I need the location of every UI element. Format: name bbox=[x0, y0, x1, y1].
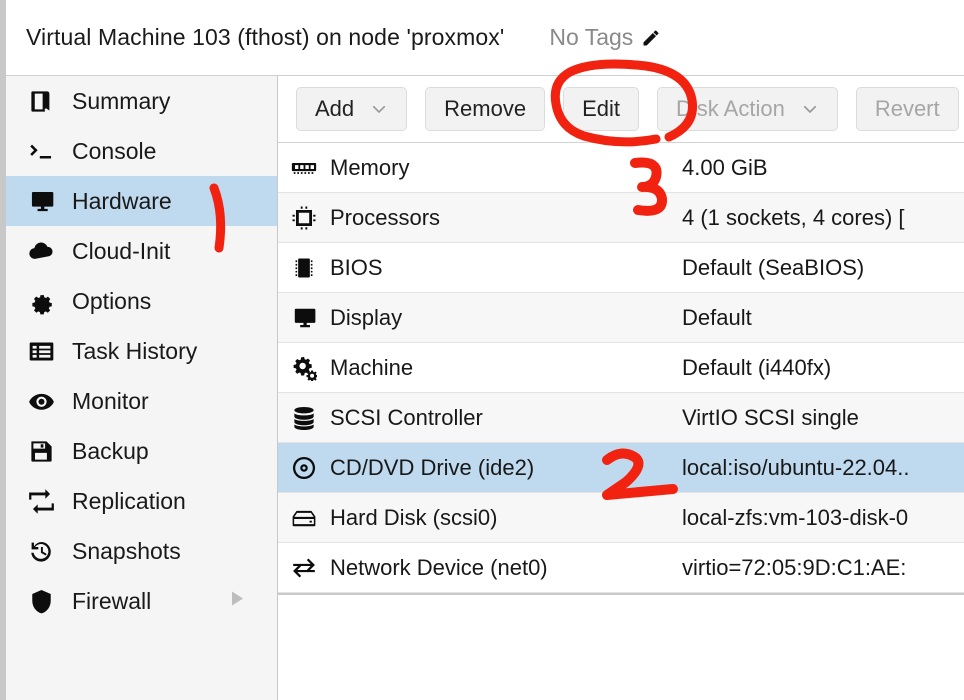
sync-icon bbox=[28, 488, 62, 515]
cpu-icon bbox=[278, 205, 330, 231]
chevron-down-icon[interactable] bbox=[370, 100, 388, 118]
hw-row-name: Memory bbox=[330, 154, 410, 180]
hardware-rows-container: Memory 4.00 GiB Processors 4 (1 sockets, 4 … bbox=[278, 143, 964, 593]
toolbar-revert-button: Revert bbox=[855, 87, 959, 131]
floppy-disk-icon bbox=[28, 438, 62, 465]
sidebar-item-label: Replication bbox=[72, 487, 186, 514]
terminal-icon bbox=[28, 138, 62, 165]
tags-area[interactable]: No Tags bbox=[549, 24, 661, 51]
hw-row-name: Machine bbox=[330, 354, 414, 380]
sidebar-item-label: Snapshots bbox=[72, 537, 181, 564]
hw-row-scsi-controller[interactable]: SCSI Controller VirtIO SCSI single bbox=[278, 393, 964, 443]
hw-row-display[interactable]: Display Default bbox=[278, 293, 964, 343]
hw-row-value: Default (i440fx) bbox=[682, 354, 832, 380]
hw-row-name: SCSI Controller bbox=[330, 404, 483, 430]
hw-row-name: Display bbox=[330, 304, 403, 330]
sidebar-item-firewall[interactable]: Firewall bbox=[6, 576, 277, 626]
sidebar-item-label: Console bbox=[72, 137, 157, 164]
hw-row-cd-dvd-drive-ide2[interactable]: CD/DVD Drive (ide2) local:iso/ubuntu-22.0… bbox=[278, 443, 964, 493]
toolbar-remove-button[interactable]: Remove bbox=[425, 87, 546, 131]
page-header: Virtual Machine 103 (fthost) on node 'pr… bbox=[6, 0, 964, 76]
sidebar-item-cloud-init[interactable]: Cloud-Init bbox=[6, 226, 277, 276]
sidebar-item-label: Cloud-Init bbox=[72, 237, 171, 264]
history-icon bbox=[28, 538, 62, 565]
monitor-icon bbox=[28, 188, 62, 215]
database-icon bbox=[278, 405, 330, 431]
toolbar-disk-action-button: Disk Action bbox=[657, 87, 838, 131]
sidebar-item-hardware[interactable]: Hardware bbox=[6, 176, 277, 226]
toolbar-edit-button[interactable]: Edit bbox=[563, 87, 639, 131]
shield-icon bbox=[28, 588, 62, 615]
hw-row-machine[interactable]: Machine Default (i440fx) bbox=[278, 343, 964, 393]
tags-label: No Tags bbox=[549, 24, 634, 50]
hw-row-name: BIOS bbox=[330, 254, 383, 280]
eye-icon bbox=[28, 388, 62, 415]
hw-row-name: Processors bbox=[330, 204, 441, 230]
toolbar-button-label: Revert bbox=[874, 96, 940, 121]
cogs-icon bbox=[278, 355, 330, 381]
memory-icon bbox=[278, 155, 330, 181]
hw-row-bios[interactable]: BIOS Default (SeaBIOS) bbox=[278, 243, 964, 293]
sidebar-item-backup[interactable]: Backup bbox=[6, 426, 277, 476]
hw-row-name: Network Device (net0) bbox=[330, 554, 548, 580]
sidebar-item-replication[interactable]: Replication bbox=[6, 476, 277, 526]
hardware-table: Memory 4.00 GiB Processors 4 (1 sockets, 4 … bbox=[278, 143, 964, 700]
hw-row-value: Default bbox=[682, 304, 752, 330]
hard-disk-icon bbox=[278, 505, 330, 531]
sidebar-item-snapshots[interactable]: Snapshots bbox=[6, 526, 277, 576]
hw-row-memory[interactable]: Memory 4.00 GiB bbox=[278, 143, 964, 193]
gear-icon bbox=[28, 288, 62, 315]
monitor-icon bbox=[278, 305, 330, 331]
sidebar-item-label: Hardware bbox=[72, 187, 172, 214]
toolbar-add-button[interactable]: Add bbox=[296, 87, 408, 131]
table-bottom-divider bbox=[278, 593, 964, 595]
hw-row-value: VirtIO SCSI single bbox=[682, 404, 859, 430]
pencil-icon[interactable] bbox=[641, 28, 661, 48]
sidebar-item-label: Summary bbox=[72, 87, 171, 114]
sidebar-item-label: Options bbox=[72, 287, 152, 314]
toolbar-button-label: Disk Action bbox=[676, 96, 785, 121]
page-title: Virtual Machine 103 (fthost) on node 'pr… bbox=[26, 24, 505, 50]
body-area: Summary Console Hardware Cloud-Init Options T… bbox=[6, 76, 964, 700]
sidebar-item-label: Firewall bbox=[72, 587, 152, 614]
hw-row-value: 4.00 GiB bbox=[682, 154, 768, 180]
hw-row-value: local-zfs:vm-103-disk-0 bbox=[682, 504, 909, 530]
hardware-toolbar: Add Remove Edit Disk Action Revert bbox=[278, 76, 964, 143]
sidebar-item-label: Backup bbox=[72, 437, 149, 464]
hw-row-hard-disk-scsi0[interactable]: Hard Disk (scsi0) local-zfs:vm-103-disk-0 bbox=[278, 493, 964, 543]
chevron-right-icon[interactable] bbox=[229, 590, 245, 613]
hw-row-processors[interactable]: Processors 4 (1 sockets, 4 cores) [ bbox=[278, 193, 964, 243]
list-icon bbox=[28, 338, 62, 365]
sidebar-item-console[interactable]: Console bbox=[6, 126, 277, 176]
sidebar-item-summary[interactable]: Summary bbox=[6, 76, 277, 126]
sidebar-item-task-history[interactable]: Task History bbox=[6, 326, 277, 376]
hw-row-value: Default (SeaBIOS) bbox=[682, 254, 865, 280]
toolbar-button-label: Remove bbox=[444, 96, 527, 121]
toolbar-button-label: Add bbox=[315, 96, 355, 121]
hw-row-value: 4 (1 sockets, 4 cores) [ bbox=[682, 204, 905, 230]
sidebar-item-label: Monitor bbox=[72, 387, 149, 414]
sidebar-item-options[interactable]: Options bbox=[6, 276, 277, 326]
main-panel: Add Remove Edit Disk Action Revert Memory 4.0… bbox=[278, 76, 964, 700]
hw-row-network-device-net0[interactable]: Network Device (net0) virtio=72:05:9D:C1:… bbox=[278, 543, 964, 593]
optical-disc-icon bbox=[278, 455, 330, 481]
hw-row-name: Hard Disk (scsi0) bbox=[330, 504, 498, 530]
toolbar-button-label: Edit bbox=[582, 96, 620, 121]
cloud-icon bbox=[28, 238, 62, 265]
sidebar-item-monitor[interactable]: Monitor bbox=[6, 376, 277, 426]
sidebar-nav: Summary Console Hardware Cloud-Init Options T… bbox=[6, 76, 278, 700]
book-icon bbox=[28, 88, 62, 115]
sidebar-item-label: Task History bbox=[72, 337, 198, 364]
proxmox-vm-hardware-page: Virtual Machine 103 (fthost) on node 'pr… bbox=[0, 0, 964, 700]
hw-row-value: local:iso/ubuntu-22.04.. bbox=[682, 454, 910, 480]
network-arrows-icon bbox=[278, 555, 330, 581]
chip-icon bbox=[278, 255, 330, 281]
hw-row-value: virtio=72:05:9D:C1:AE: bbox=[682, 554, 907, 580]
hw-row-name: CD/DVD Drive (ide2) bbox=[330, 454, 535, 480]
chevron-down-icon[interactable] bbox=[801, 100, 819, 118]
